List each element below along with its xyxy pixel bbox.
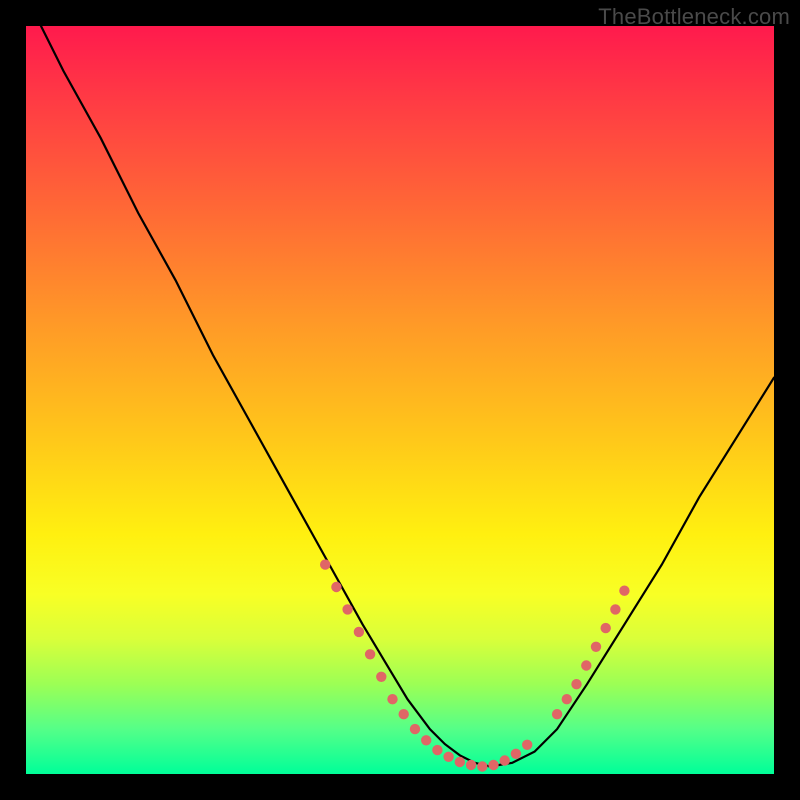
curve-marker	[455, 757, 465, 767]
bottleneck-curve-svg	[26, 26, 774, 774]
curve-marker	[522, 740, 532, 750]
curve-marker	[421, 735, 431, 745]
curve-marker	[466, 760, 476, 770]
curve-marker	[591, 642, 601, 652]
curve-marker	[354, 627, 364, 637]
curve-marker	[365, 649, 375, 659]
curve-marker	[610, 604, 620, 614]
curve-marker	[387, 694, 397, 704]
curve-marker	[500, 755, 510, 765]
curve-marker	[601, 623, 611, 633]
curve-marker	[562, 694, 572, 704]
curve-marker	[376, 672, 386, 682]
curve-marker	[581, 660, 591, 670]
curve-marker	[552, 709, 562, 719]
curve-marker	[320, 559, 330, 569]
curve-marker	[331, 582, 341, 592]
bottleneck-curve-path	[41, 26, 774, 767]
curve-marker	[571, 679, 581, 689]
curve-marker	[399, 709, 409, 719]
chart-plot-area	[26, 26, 774, 774]
curve-marker	[619, 586, 629, 596]
curve-marker	[511, 749, 521, 759]
curve-marker	[443, 752, 453, 762]
curve-marker	[432, 745, 442, 755]
curve-marker	[477, 761, 487, 771]
curve-markers-group	[320, 559, 630, 771]
curve-marker	[342, 604, 352, 614]
curve-marker	[488, 760, 498, 770]
watermark-text: TheBottleneck.com	[598, 4, 790, 30]
curve-marker	[410, 724, 420, 734]
